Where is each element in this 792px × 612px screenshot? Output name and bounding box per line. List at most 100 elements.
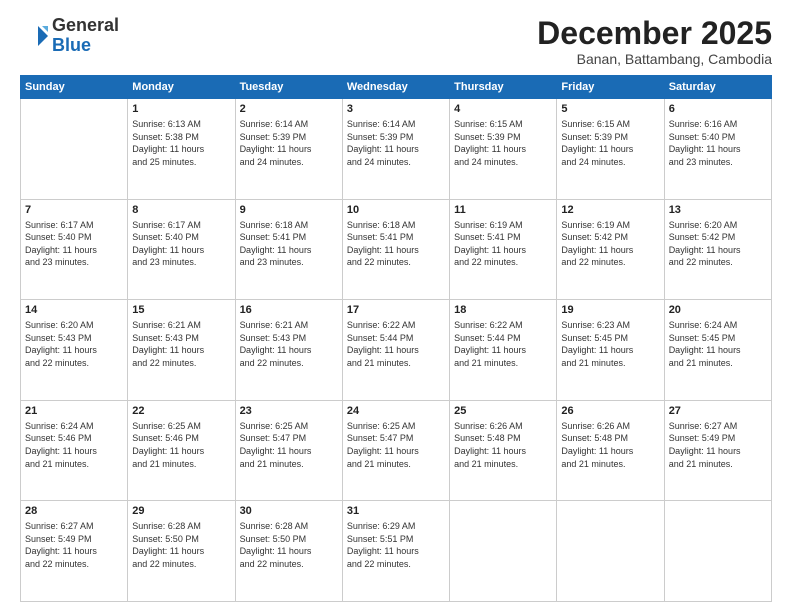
day-number: 21 bbox=[25, 404, 123, 419]
day-number: 15 bbox=[132, 303, 230, 318]
subtitle: Banan, Battambang, Cambodia bbox=[537, 51, 772, 67]
day-info: Sunrise: 6:21 AM Sunset: 5:43 PM Dayligh… bbox=[132, 319, 230, 369]
calendar-week-1: 1Sunrise: 6:13 AM Sunset: 5:38 PM Daylig… bbox=[21, 99, 772, 200]
day-info: Sunrise: 6:24 AM Sunset: 5:45 PM Dayligh… bbox=[669, 319, 767, 369]
day-number: 27 bbox=[669, 404, 767, 419]
day-number: 28 bbox=[25, 504, 123, 519]
table-row: 9Sunrise: 6:18 AM Sunset: 5:41 PM Daylig… bbox=[235, 199, 342, 300]
col-tuesday: Tuesday bbox=[235, 76, 342, 99]
day-info: Sunrise: 6:20 AM Sunset: 5:42 PM Dayligh… bbox=[669, 219, 767, 269]
day-info: Sunrise: 6:24 AM Sunset: 5:46 PM Dayligh… bbox=[25, 420, 123, 470]
table-row: 31Sunrise: 6:29 AM Sunset: 5:51 PM Dayli… bbox=[342, 501, 449, 602]
table-row: 23Sunrise: 6:25 AM Sunset: 5:47 PM Dayli… bbox=[235, 400, 342, 501]
col-thursday: Thursday bbox=[450, 76, 557, 99]
day-info: Sunrise: 6:28 AM Sunset: 5:50 PM Dayligh… bbox=[240, 520, 338, 570]
col-saturday: Saturday bbox=[664, 76, 771, 99]
day-number: 5 bbox=[561, 102, 659, 117]
table-row: 22Sunrise: 6:25 AM Sunset: 5:46 PM Dayli… bbox=[128, 400, 235, 501]
day-info: Sunrise: 6:13 AM Sunset: 5:38 PM Dayligh… bbox=[132, 118, 230, 168]
table-row: 30Sunrise: 6:28 AM Sunset: 5:50 PM Dayli… bbox=[235, 501, 342, 602]
day-info: Sunrise: 6:16 AM Sunset: 5:40 PM Dayligh… bbox=[669, 118, 767, 168]
day-number: 10 bbox=[347, 203, 445, 218]
day-number: 17 bbox=[347, 303, 445, 318]
day-number: 9 bbox=[240, 203, 338, 218]
col-wednesday: Wednesday bbox=[342, 76, 449, 99]
day-info: Sunrise: 6:17 AM Sunset: 5:40 PM Dayligh… bbox=[25, 219, 123, 269]
day-number: 31 bbox=[347, 504, 445, 519]
logo: General Blue bbox=[20, 16, 119, 56]
day-info: Sunrise: 6:14 AM Sunset: 5:39 PM Dayligh… bbox=[240, 118, 338, 168]
table-row: 1Sunrise: 6:13 AM Sunset: 5:38 PM Daylig… bbox=[128, 99, 235, 200]
day-number: 30 bbox=[240, 504, 338, 519]
table-row: 4Sunrise: 6:15 AM Sunset: 5:39 PM Daylig… bbox=[450, 99, 557, 200]
day-number: 20 bbox=[669, 303, 767, 318]
day-info: Sunrise: 6:21 AM Sunset: 5:43 PM Dayligh… bbox=[240, 319, 338, 369]
day-info: Sunrise: 6:20 AM Sunset: 5:43 PM Dayligh… bbox=[25, 319, 123, 369]
day-info: Sunrise: 6:22 AM Sunset: 5:44 PM Dayligh… bbox=[347, 319, 445, 369]
table-row bbox=[664, 501, 771, 602]
day-number: 16 bbox=[240, 303, 338, 318]
day-info: Sunrise: 6:25 AM Sunset: 5:47 PM Dayligh… bbox=[347, 420, 445, 470]
col-monday: Monday bbox=[128, 76, 235, 99]
day-info: Sunrise: 6:15 AM Sunset: 5:39 PM Dayligh… bbox=[454, 118, 552, 168]
table-row: 7Sunrise: 6:17 AM Sunset: 5:40 PM Daylig… bbox=[21, 199, 128, 300]
day-info: Sunrise: 6:19 AM Sunset: 5:41 PM Dayligh… bbox=[454, 219, 552, 269]
day-number: 12 bbox=[561, 203, 659, 218]
calendar-table: Sunday Monday Tuesday Wednesday Thursday… bbox=[20, 75, 772, 602]
day-info: Sunrise: 6:28 AM Sunset: 5:50 PM Dayligh… bbox=[132, 520, 230, 570]
day-info: Sunrise: 6:19 AM Sunset: 5:42 PM Dayligh… bbox=[561, 219, 659, 269]
table-row: 25Sunrise: 6:26 AM Sunset: 5:48 PM Dayli… bbox=[450, 400, 557, 501]
header-row: Sunday Monday Tuesday Wednesday Thursday… bbox=[21, 76, 772, 99]
table-row: 2Sunrise: 6:14 AM Sunset: 5:39 PM Daylig… bbox=[235, 99, 342, 200]
table-row: 14Sunrise: 6:20 AM Sunset: 5:43 PM Dayli… bbox=[21, 300, 128, 401]
day-number: 23 bbox=[240, 404, 338, 419]
logo-general: General bbox=[52, 15, 119, 35]
calendar-week-2: 7Sunrise: 6:17 AM Sunset: 5:40 PM Daylig… bbox=[21, 199, 772, 300]
title-block: December 2025 Banan, Battambang, Cambodi… bbox=[537, 16, 772, 67]
day-info: Sunrise: 6:18 AM Sunset: 5:41 PM Dayligh… bbox=[240, 219, 338, 269]
day-number: 11 bbox=[454, 203, 552, 218]
calendar-week-5: 28Sunrise: 6:27 AM Sunset: 5:49 PM Dayli… bbox=[21, 501, 772, 602]
day-number: 8 bbox=[132, 203, 230, 218]
table-row: 8Sunrise: 6:17 AM Sunset: 5:40 PM Daylig… bbox=[128, 199, 235, 300]
day-number: 22 bbox=[132, 404, 230, 419]
table-row: 15Sunrise: 6:21 AM Sunset: 5:43 PM Dayli… bbox=[128, 300, 235, 401]
table-row bbox=[21, 99, 128, 200]
day-info: Sunrise: 6:18 AM Sunset: 5:41 PM Dayligh… bbox=[347, 219, 445, 269]
day-info: Sunrise: 6:27 AM Sunset: 5:49 PM Dayligh… bbox=[669, 420, 767, 470]
table-row: 21Sunrise: 6:24 AM Sunset: 5:46 PM Dayli… bbox=[21, 400, 128, 501]
table-row: 13Sunrise: 6:20 AM Sunset: 5:42 PM Dayli… bbox=[664, 199, 771, 300]
day-number: 6 bbox=[669, 102, 767, 117]
calendar-week-3: 14Sunrise: 6:20 AM Sunset: 5:43 PM Dayli… bbox=[21, 300, 772, 401]
table-row: 3Sunrise: 6:14 AM Sunset: 5:39 PM Daylig… bbox=[342, 99, 449, 200]
table-row: 29Sunrise: 6:28 AM Sunset: 5:50 PM Dayli… bbox=[128, 501, 235, 602]
day-number: 3 bbox=[347, 102, 445, 117]
table-row: 19Sunrise: 6:23 AM Sunset: 5:45 PM Dayli… bbox=[557, 300, 664, 401]
day-info: Sunrise: 6:25 AM Sunset: 5:46 PM Dayligh… bbox=[132, 420, 230, 470]
day-info: Sunrise: 6:27 AM Sunset: 5:49 PM Dayligh… bbox=[25, 520, 123, 570]
day-number: 25 bbox=[454, 404, 552, 419]
table-row: 20Sunrise: 6:24 AM Sunset: 5:45 PM Dayli… bbox=[664, 300, 771, 401]
table-row: 16Sunrise: 6:21 AM Sunset: 5:43 PM Dayli… bbox=[235, 300, 342, 401]
table-row: 12Sunrise: 6:19 AM Sunset: 5:42 PM Dayli… bbox=[557, 199, 664, 300]
main-title: December 2025 bbox=[537, 16, 772, 51]
day-number: 29 bbox=[132, 504, 230, 519]
day-info: Sunrise: 6:17 AM Sunset: 5:40 PM Dayligh… bbox=[132, 219, 230, 269]
table-row: 10Sunrise: 6:18 AM Sunset: 5:41 PM Dayli… bbox=[342, 199, 449, 300]
table-row bbox=[450, 501, 557, 602]
table-row: 27Sunrise: 6:27 AM Sunset: 5:49 PM Dayli… bbox=[664, 400, 771, 501]
day-number: 7 bbox=[25, 203, 123, 218]
day-info: Sunrise: 6:26 AM Sunset: 5:48 PM Dayligh… bbox=[454, 420, 552, 470]
day-number: 14 bbox=[25, 303, 123, 318]
day-number: 2 bbox=[240, 102, 338, 117]
day-number: 18 bbox=[454, 303, 552, 318]
table-row: 26Sunrise: 6:26 AM Sunset: 5:48 PM Dayli… bbox=[557, 400, 664, 501]
day-info: Sunrise: 6:23 AM Sunset: 5:45 PM Dayligh… bbox=[561, 319, 659, 369]
day-number: 13 bbox=[669, 203, 767, 218]
day-info: Sunrise: 6:29 AM Sunset: 5:51 PM Dayligh… bbox=[347, 520, 445, 570]
table-row: 11Sunrise: 6:19 AM Sunset: 5:41 PM Dayli… bbox=[450, 199, 557, 300]
day-info: Sunrise: 6:14 AM Sunset: 5:39 PM Dayligh… bbox=[347, 118, 445, 168]
day-info: Sunrise: 6:26 AM Sunset: 5:48 PM Dayligh… bbox=[561, 420, 659, 470]
col-friday: Friday bbox=[557, 76, 664, 99]
day-info: Sunrise: 6:25 AM Sunset: 5:47 PM Dayligh… bbox=[240, 420, 338, 470]
